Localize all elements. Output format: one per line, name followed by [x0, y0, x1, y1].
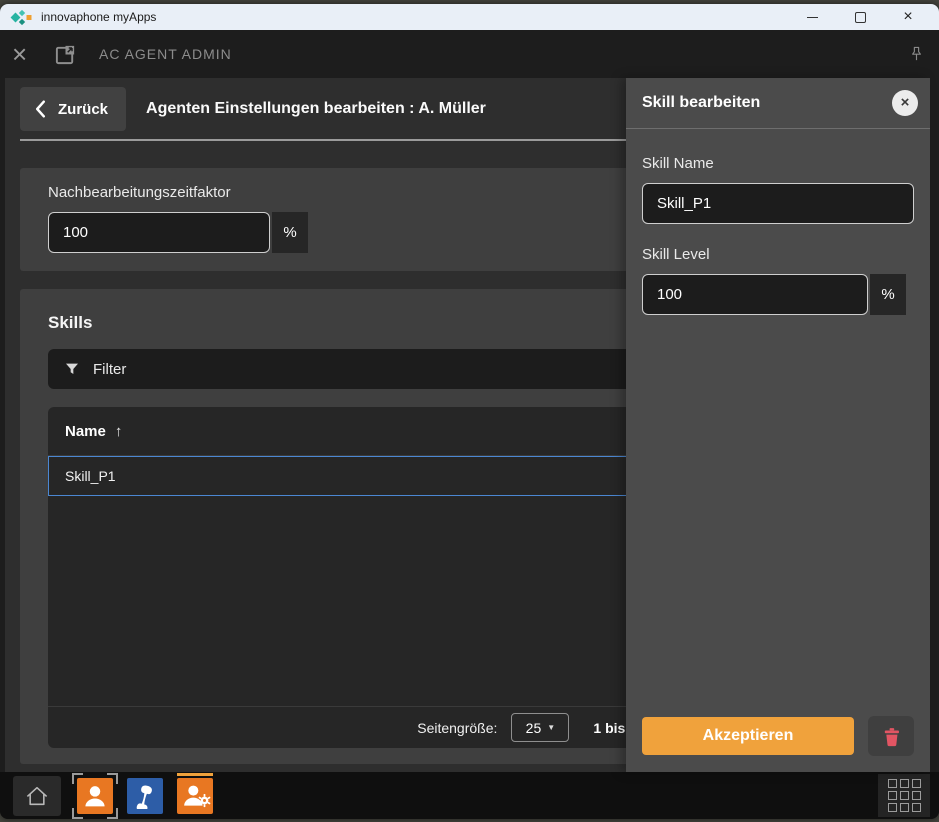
back-button[interactable]: Zurück: [20, 87, 126, 131]
skill-name-input[interactable]: [642, 183, 914, 224]
pin-icon[interactable]: [908, 45, 927, 64]
chevron-left-icon: [34, 100, 47, 118]
filter-icon: [64, 361, 80, 377]
panel-close-button[interactable]: ×: [892, 90, 918, 116]
active-app-indicator: [177, 773, 213, 776]
focus-bracket: [107, 808, 118, 819]
app-grid-button[interactable]: [878, 774, 930, 817]
home-icon: [22, 782, 52, 810]
accept-button[interactable]: Akzeptieren: [642, 717, 854, 755]
popout-icon[interactable]: [54, 43, 77, 66]
home-button[interactable]: [13, 776, 61, 816]
gear-icon: [197, 793, 212, 813]
window-title: innovaphone myApps: [41, 10, 795, 24]
back-button-label: Zurück: [58, 101, 108, 118]
column-label: Name: [65, 423, 106, 440]
content-area: Zurück Agenten Einstellungen bearbeiten …: [0, 78, 939, 772]
page-size-value: 25: [526, 720, 542, 736]
titlebar: innovaphone myApps ×: [0, 4, 939, 30]
myapps-window: innovaphone myApps × × AC AGENT ADMIN: [0, 4, 939, 819]
grid-icon: [888, 779, 921, 812]
maximize-button[interactable]: [843, 6, 877, 28]
app-close-icon[interactable]: ×: [12, 41, 46, 67]
agent-admin-app-button[interactable]: [177, 778, 213, 814]
panel-spacer: [642, 315, 914, 716]
skill-level-unit: %: [870, 274, 906, 315]
contacts-app-button[interactable]: [77, 778, 113, 814]
innovaphone-logo-icon: [10, 9, 33, 26]
skill-level-label: Skill Level: [642, 246, 914, 263]
trash-icon: [880, 725, 903, 748]
focus-bracket: [107, 773, 118, 784]
table-cell-name: Skill_P1: [65, 468, 116, 484]
filter-label: Filter: [93, 361, 126, 378]
panel-title: Skill bearbeiten: [642, 94, 760, 112]
chevron-down-icon: ▼: [547, 723, 555, 732]
phone-app-button[interactable]: [127, 778, 163, 814]
focus-bracket: [72, 773, 83, 784]
panel-header: Skill bearbeiten ×: [626, 78, 930, 128]
sort-asc-icon: ↑: [115, 423, 123, 440]
wrapup-input[interactable]: [48, 212, 270, 253]
page-size-dropdown[interactable]: 25 ▼: [511, 713, 569, 742]
minimize-button[interactable]: [795, 6, 829, 28]
taskbar: [0, 772, 939, 819]
focus-bracket: [72, 808, 83, 819]
panel-footer: Akzeptieren: [626, 716, 930, 772]
app-title: AC AGENT ADMIN: [99, 46, 908, 62]
page-size-label: Seitengröße:: [417, 720, 497, 736]
app-header: × AC AGENT ADMIN: [0, 30, 939, 78]
window-close-button[interactable]: ×: [891, 6, 925, 28]
phone-icon: [127, 778, 163, 814]
wrapup-unit: %: [272, 212, 308, 253]
skill-level-input[interactable]: [642, 274, 868, 315]
skill-edit-panel: Skill bearbeiten × Skill Name Skill Leve…: [626, 78, 930, 772]
page-title: Agenten Einstellungen bearbeiten : A. Mü…: [146, 100, 486, 118]
delete-button[interactable]: [868, 716, 914, 756]
skill-name-label: Skill Name: [642, 155, 914, 172]
panel-body: Skill Name Skill Level %: [626, 129, 930, 716]
